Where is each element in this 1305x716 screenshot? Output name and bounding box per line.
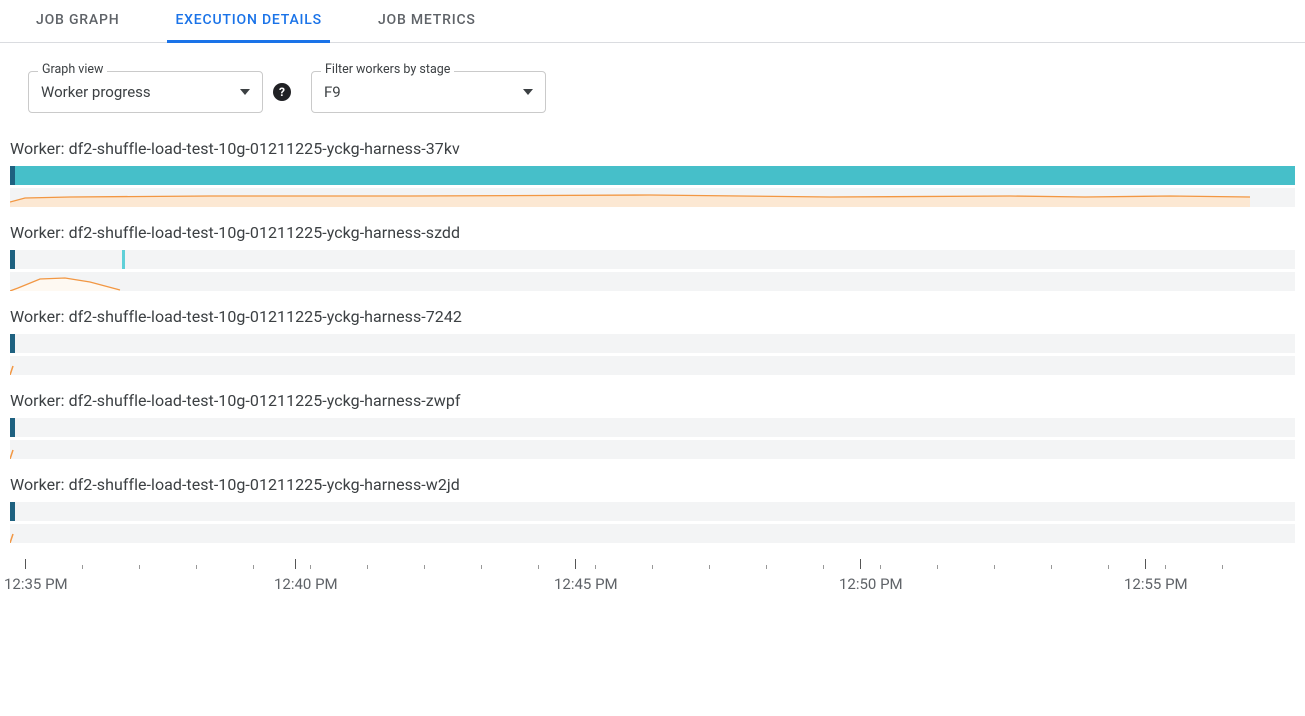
controls-row: Graph view Worker progress ? Filter work… [0,43,1305,121]
axis-tick-minor [595,565,596,569]
progress-start-marker [10,502,15,521]
cpu-track[interactable] [10,440,1295,459]
axis-tick-minor [709,565,710,569]
worker-title: Worker: df2-shuffle-load-test-10g-012112… [10,139,1295,158]
graph-view-select[interactable]: Worker progress [28,71,263,113]
time-axis: 12:35 PM12:40 PM12:45 PM12:50 PM12:55 PM [10,559,1295,609]
axis-tick-minor [481,565,482,569]
filter-stage-label: Filter workers by stage [321,62,454,77]
axis-label: 12:35 PM [4,575,68,593]
axis-tick-minor [1108,565,1109,569]
worker-row: Worker: df2-shuffle-load-test-10g-012112… [10,223,1295,291]
filter-stage-value: F9 [324,83,341,101]
cpu-track[interactable] [10,272,1295,291]
worker-title: Worker: df2-shuffle-load-test-10g-012112… [10,475,1295,494]
progress-track[interactable] [10,250,1295,269]
axis-tick-minor [253,565,254,569]
axis-tick-minor [823,565,824,569]
worker-progress-chart: Worker: df2-shuffle-load-test-10g-012112… [0,121,1305,543]
axis-tick-major [1145,559,1146,569]
axis-tick-minor [937,565,938,569]
worker-row: Worker: df2-shuffle-load-test-10g-012112… [10,475,1295,543]
axis-tick-major [295,559,296,569]
progress-track[interactable] [10,334,1295,353]
worker-title: Worker: df2-shuffle-load-test-10g-012112… [10,307,1295,326]
axis-tick-minor [367,565,368,569]
axis-label: 12:40 PM [274,575,338,593]
axis-tick-major [25,559,26,569]
progress-start-marker [10,250,15,269]
chevron-down-icon [240,89,250,95]
progress-track[interactable] [10,166,1295,185]
axis-label: 12:50 PM [839,575,903,593]
axis-tick-major [860,559,861,569]
axis-tick-minor [766,565,767,569]
axis-tick-minor [424,565,425,569]
axis-tick-minor [1165,565,1166,569]
filter-stage-select[interactable]: F9 [311,71,546,113]
progress-marker [122,250,125,269]
progress-start-marker [10,334,15,353]
tab-job-metrics[interactable]: JOB METRICS [370,0,484,42]
tab-execution-details[interactable]: EXECUTION DETAILS [167,0,329,42]
graph-view-value: Worker progress [41,83,151,101]
worker-title: Worker: df2-shuffle-load-test-10g-012112… [10,391,1295,410]
tab-job-graph[interactable]: JOB GRAPH [28,0,127,42]
worker-row: Worker: df2-shuffle-load-test-10g-012112… [10,391,1295,459]
axis-tick-minor [652,565,653,569]
progress-track[interactable] [10,502,1295,521]
axis-tick-minor [1051,565,1052,569]
axis-tick-minor [994,565,995,569]
progress-start-marker [10,418,15,437]
axis-tick-minor [139,565,140,569]
axis-tick-minor [310,565,311,569]
worker-row: Worker: df2-shuffle-load-test-10g-012112… [10,139,1295,207]
filter-stage-field: Filter workers by stage F9 [311,71,546,113]
axis-tick-minor [880,565,881,569]
axis-tick-minor [196,565,197,569]
graph-view-field: Graph view Worker progress [28,71,263,113]
tabs-bar: JOB GRAPH EXECUTION DETAILS JOB METRICS [0,0,1305,43]
cpu-track[interactable] [10,356,1295,375]
cpu-track[interactable] [10,188,1295,207]
axis-tick-major [575,559,576,569]
chevron-down-icon [523,89,533,95]
axis-tick-minor [82,565,83,569]
axis-label: 12:55 PM [1124,575,1188,593]
axis-label: 12:45 PM [554,575,618,593]
help-icon[interactable]: ? [273,83,291,101]
progress-fill [15,166,1295,185]
worker-row: Worker: df2-shuffle-load-test-10g-012112… [10,307,1295,375]
axis-tick-minor [538,565,539,569]
graph-view-label: Graph view [38,62,107,77]
axis-tick-minor [1222,565,1223,569]
progress-track[interactable] [10,418,1295,437]
cpu-track[interactable] [10,524,1295,543]
worker-title: Worker: df2-shuffle-load-test-10g-012112… [10,223,1295,242]
